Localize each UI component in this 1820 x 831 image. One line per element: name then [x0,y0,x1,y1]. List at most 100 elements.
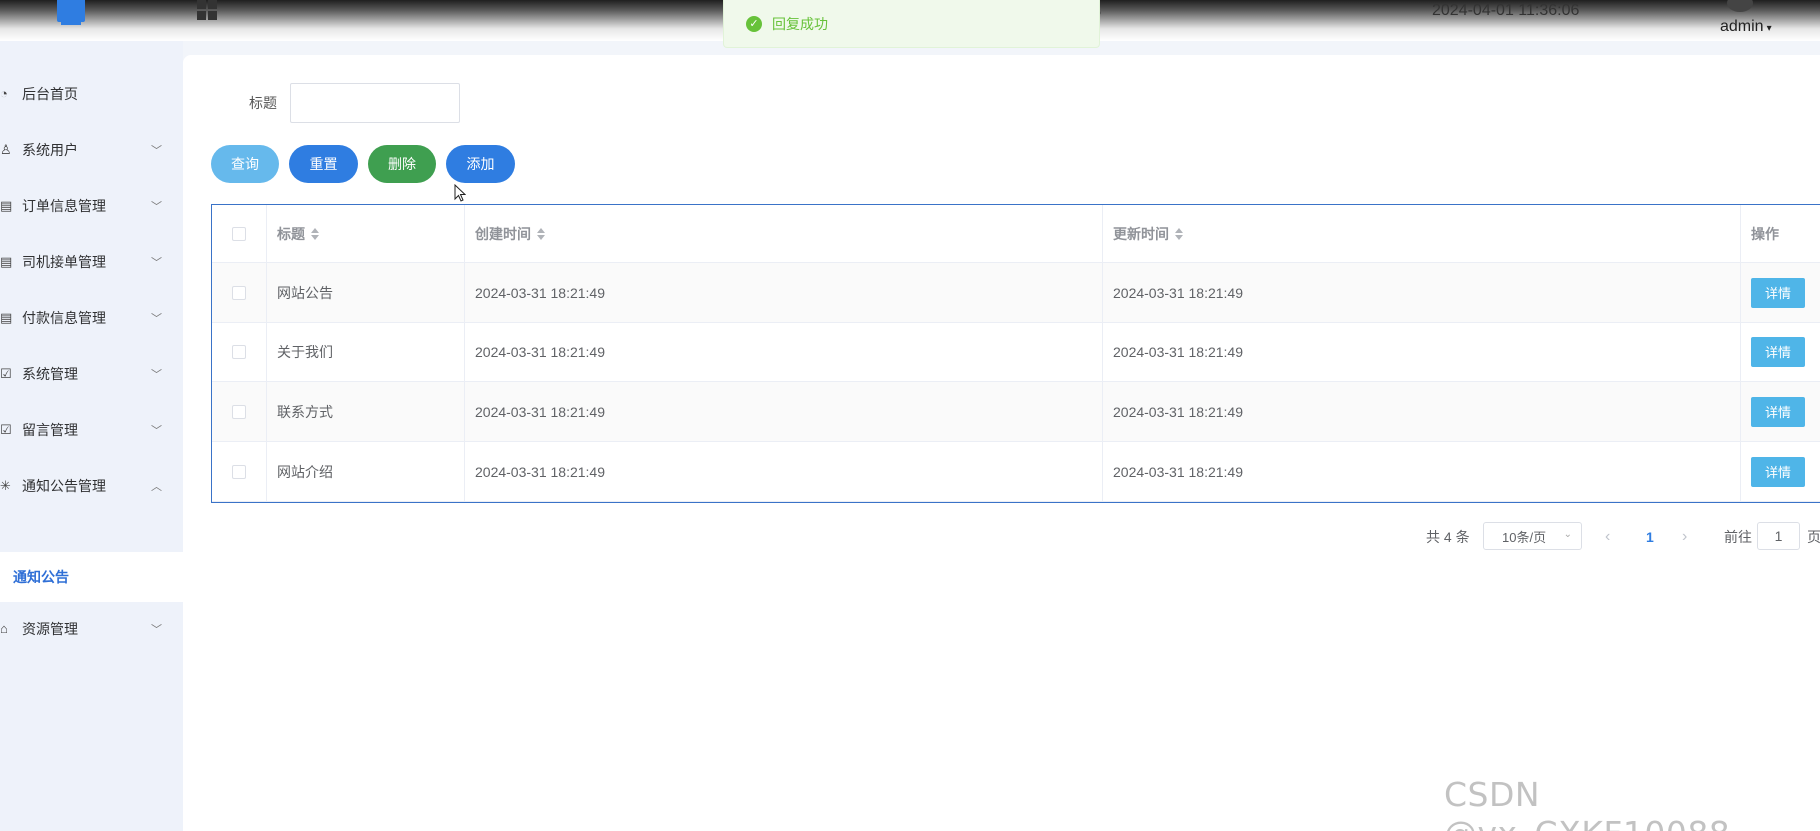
title-search-input[interactable] [290,83,460,123]
chevron-down-icon: ⌄ [1563,529,1572,540]
sidebar-item-messages[interactable]: ☑ 留言管理 ﹀ [0,408,183,452]
goto-page-input[interactable]: 1 [1757,522,1800,550]
username: admin [1720,18,1764,35]
add-button[interactable]: 添加 [446,145,515,183]
column-header-label: 更新时间 [1113,225,1169,242]
row-checkbox[interactable] [232,285,246,300]
pagination-total: 共 4 条 [1426,529,1470,545]
sort-icon[interactable] [1175,227,1183,240]
row-checkbox[interactable] [232,464,246,479]
sidebar-subitem-notice[interactable]: 通知公告 [0,552,183,602]
goto-unit-label: 页 [1807,529,1820,545]
cell-updated: 2024-03-31 18:21:49 [1103,442,1741,501]
row-checkbox-cell [212,442,267,501]
goto-label: 前往 [1724,529,1752,545]
page-size-value: 10条/页 [1502,529,1547,545]
success-toast: ✓ 回复成功 [723,0,1100,48]
column-header-updated[interactable]: 更新时间 [1103,205,1741,262]
chevron-down-icon: ﹀ [151,369,162,381]
cell-ops: 详情 [1741,442,1820,501]
column-header-label: 创建时间 [475,225,531,242]
sidebar-item-label: 司机接单管理 [22,254,106,270]
row-checkbox[interactable] [232,344,246,359]
sidebar-item-label: 系统管理 [22,366,78,382]
row-checkbox-cell [212,263,267,322]
detail-button[interactable]: 详情 [1751,336,1805,367]
chevron-down-icon: ▾ [1766,23,1772,34]
monitor-logo-icon [57,0,85,25]
title-field-label: 标题 [249,95,277,111]
page-size-select[interactable]: 10条/页 ⌄ [1483,522,1582,550]
next-page-button[interactable]: › [1682,522,1687,552]
avatar[interactable] [1727,0,1753,12]
cell-created: 2024-03-31 18:21:49 [465,442,1103,501]
select-all-checkbox[interactable] [232,226,246,241]
cell-created: 2024-03-31 18:21:49 [465,382,1103,441]
column-header-label: 操作 [1751,225,1779,242]
folder-icon: ⌂ [0,621,8,636]
cell-title: 联系方式 [267,382,465,441]
delete-button[interactable]: 删除 [368,145,436,183]
toast-message: 回复成功 [772,15,828,32]
header-checkbox-cell [212,205,267,262]
table-header: 标题 创建时间 更新时间 操作 [212,205,1820,263]
row-checkbox-cell [212,322,267,381]
row-checkbox[interactable] [232,404,246,419]
checkbox-icon: ☑ [0,366,12,381]
menu-grid-icon[interactable] [197,0,217,20]
sidebar-item-label: 留言管理 [22,422,78,438]
sidebar: ◔ 后台首页 ♙ 系统用户 ﹀ ▤ 订单信息管理 ﹀ ▤ 司机接单管理 ﹀ ▤ … [0,41,183,831]
sort-icon[interactable] [537,227,545,240]
sort-icon[interactable] [311,227,319,240]
prev-page-button[interactable]: ‹ [1605,522,1610,552]
column-header-title[interactable]: 标题 [267,205,465,262]
sidebar-item-label: 通知公告管理 [22,478,106,494]
row-checkbox-cell [212,382,267,441]
sidebar-item-system[interactable]: ☑ 系统管理 ﹀ [0,352,183,396]
chevron-down-icon: ﹀ [151,624,162,636]
cell-title: 网站介绍 [267,442,465,501]
chevron-down-icon: ﹀ [151,257,162,269]
cell-updated: 2024-03-31 18:21:49 [1103,382,1741,441]
column-header-ops: 操作 [1741,205,1820,262]
mouse-cursor-icon [454,184,466,202]
sidebar-subitem-label: 通知公告 [13,569,69,585]
list-icon: ▤ [0,254,13,269]
column-header-created[interactable]: 创建时间 [465,205,1103,262]
reset-button[interactable]: 重置 [289,145,358,183]
cell-title: 网站公告 [267,263,465,322]
table-row: 联系方式 2024-03-31 18:21:49 2024-03-31 18:2… [212,382,1820,442]
chevron-down-icon: ﹀ [151,425,162,437]
sidebar-item-label: 资源管理 [22,621,78,637]
cell-updated: 2024-03-31 18:21:49 [1103,263,1741,322]
query-button[interactable]: 查询 [211,145,279,183]
page-number-current[interactable]: 1 [1646,522,1654,552]
cell-ops: 详情 [1741,382,1820,441]
column-header-label: 标题 [277,225,305,242]
sidebar-item-driver-orders[interactable]: ▤ 司机接单管理 ﹀ [0,240,183,284]
sidebar-item-resources[interactable]: ⌂ 资源管理 ﹀ [0,607,183,651]
table-row: 网站介绍 2024-03-31 18:21:49 2024-03-31 18:2… [212,442,1820,502]
sidebar-item-home[interactable]: ◔ 后台首页 [0,72,183,116]
detail-button[interactable]: 详情 [1751,456,1805,487]
sidebar-item-label: 付款信息管理 [22,310,106,326]
sidebar-item-label: 后台首页 [22,86,78,102]
watermark: CSDN @vx_CXKF10088 [1444,775,1730,831]
sidebar-item-orders[interactable]: ▤ 订单信息管理 ﹀ [0,184,183,228]
notice-table: 标题 创建时间 更新时间 操作 网站公告 2024-03-31 18:21:49… [211,204,1820,503]
sidebar-item-system-users[interactable]: ♙ 系统用户 ﹀ [0,128,183,172]
table-row: 关于我们 2024-03-31 18:21:49 2024-03-31 18:2… [212,322,1820,382]
pie-chart-icon: ◔ [0,86,8,101]
chevron-down-icon: ﹀ [151,313,162,325]
user-icon: ♙ [0,142,12,157]
list-icon: ▤ [0,310,13,325]
detail-button[interactable]: 详情 [1751,277,1805,308]
main-content: 标题 查询 重置 删除 添加 标题 创建时间 更新时间 操作 网站公告 2024… [183,55,1820,831]
sidebar-item-payments[interactable]: ▤ 付款信息管理 ﹀ [0,296,183,340]
user-dropdown[interactable]: admin ▾ [1720,18,1772,36]
cell-title: 关于我们 [267,322,465,381]
chevron-down-icon: ﹀ [151,145,162,157]
sidebar-item-notices[interactable]: ✳ 通知公告管理 ︿ [0,464,183,508]
cell-created: 2024-03-31 18:21:49 [465,322,1103,381]
detail-button[interactable]: 详情 [1751,396,1805,427]
